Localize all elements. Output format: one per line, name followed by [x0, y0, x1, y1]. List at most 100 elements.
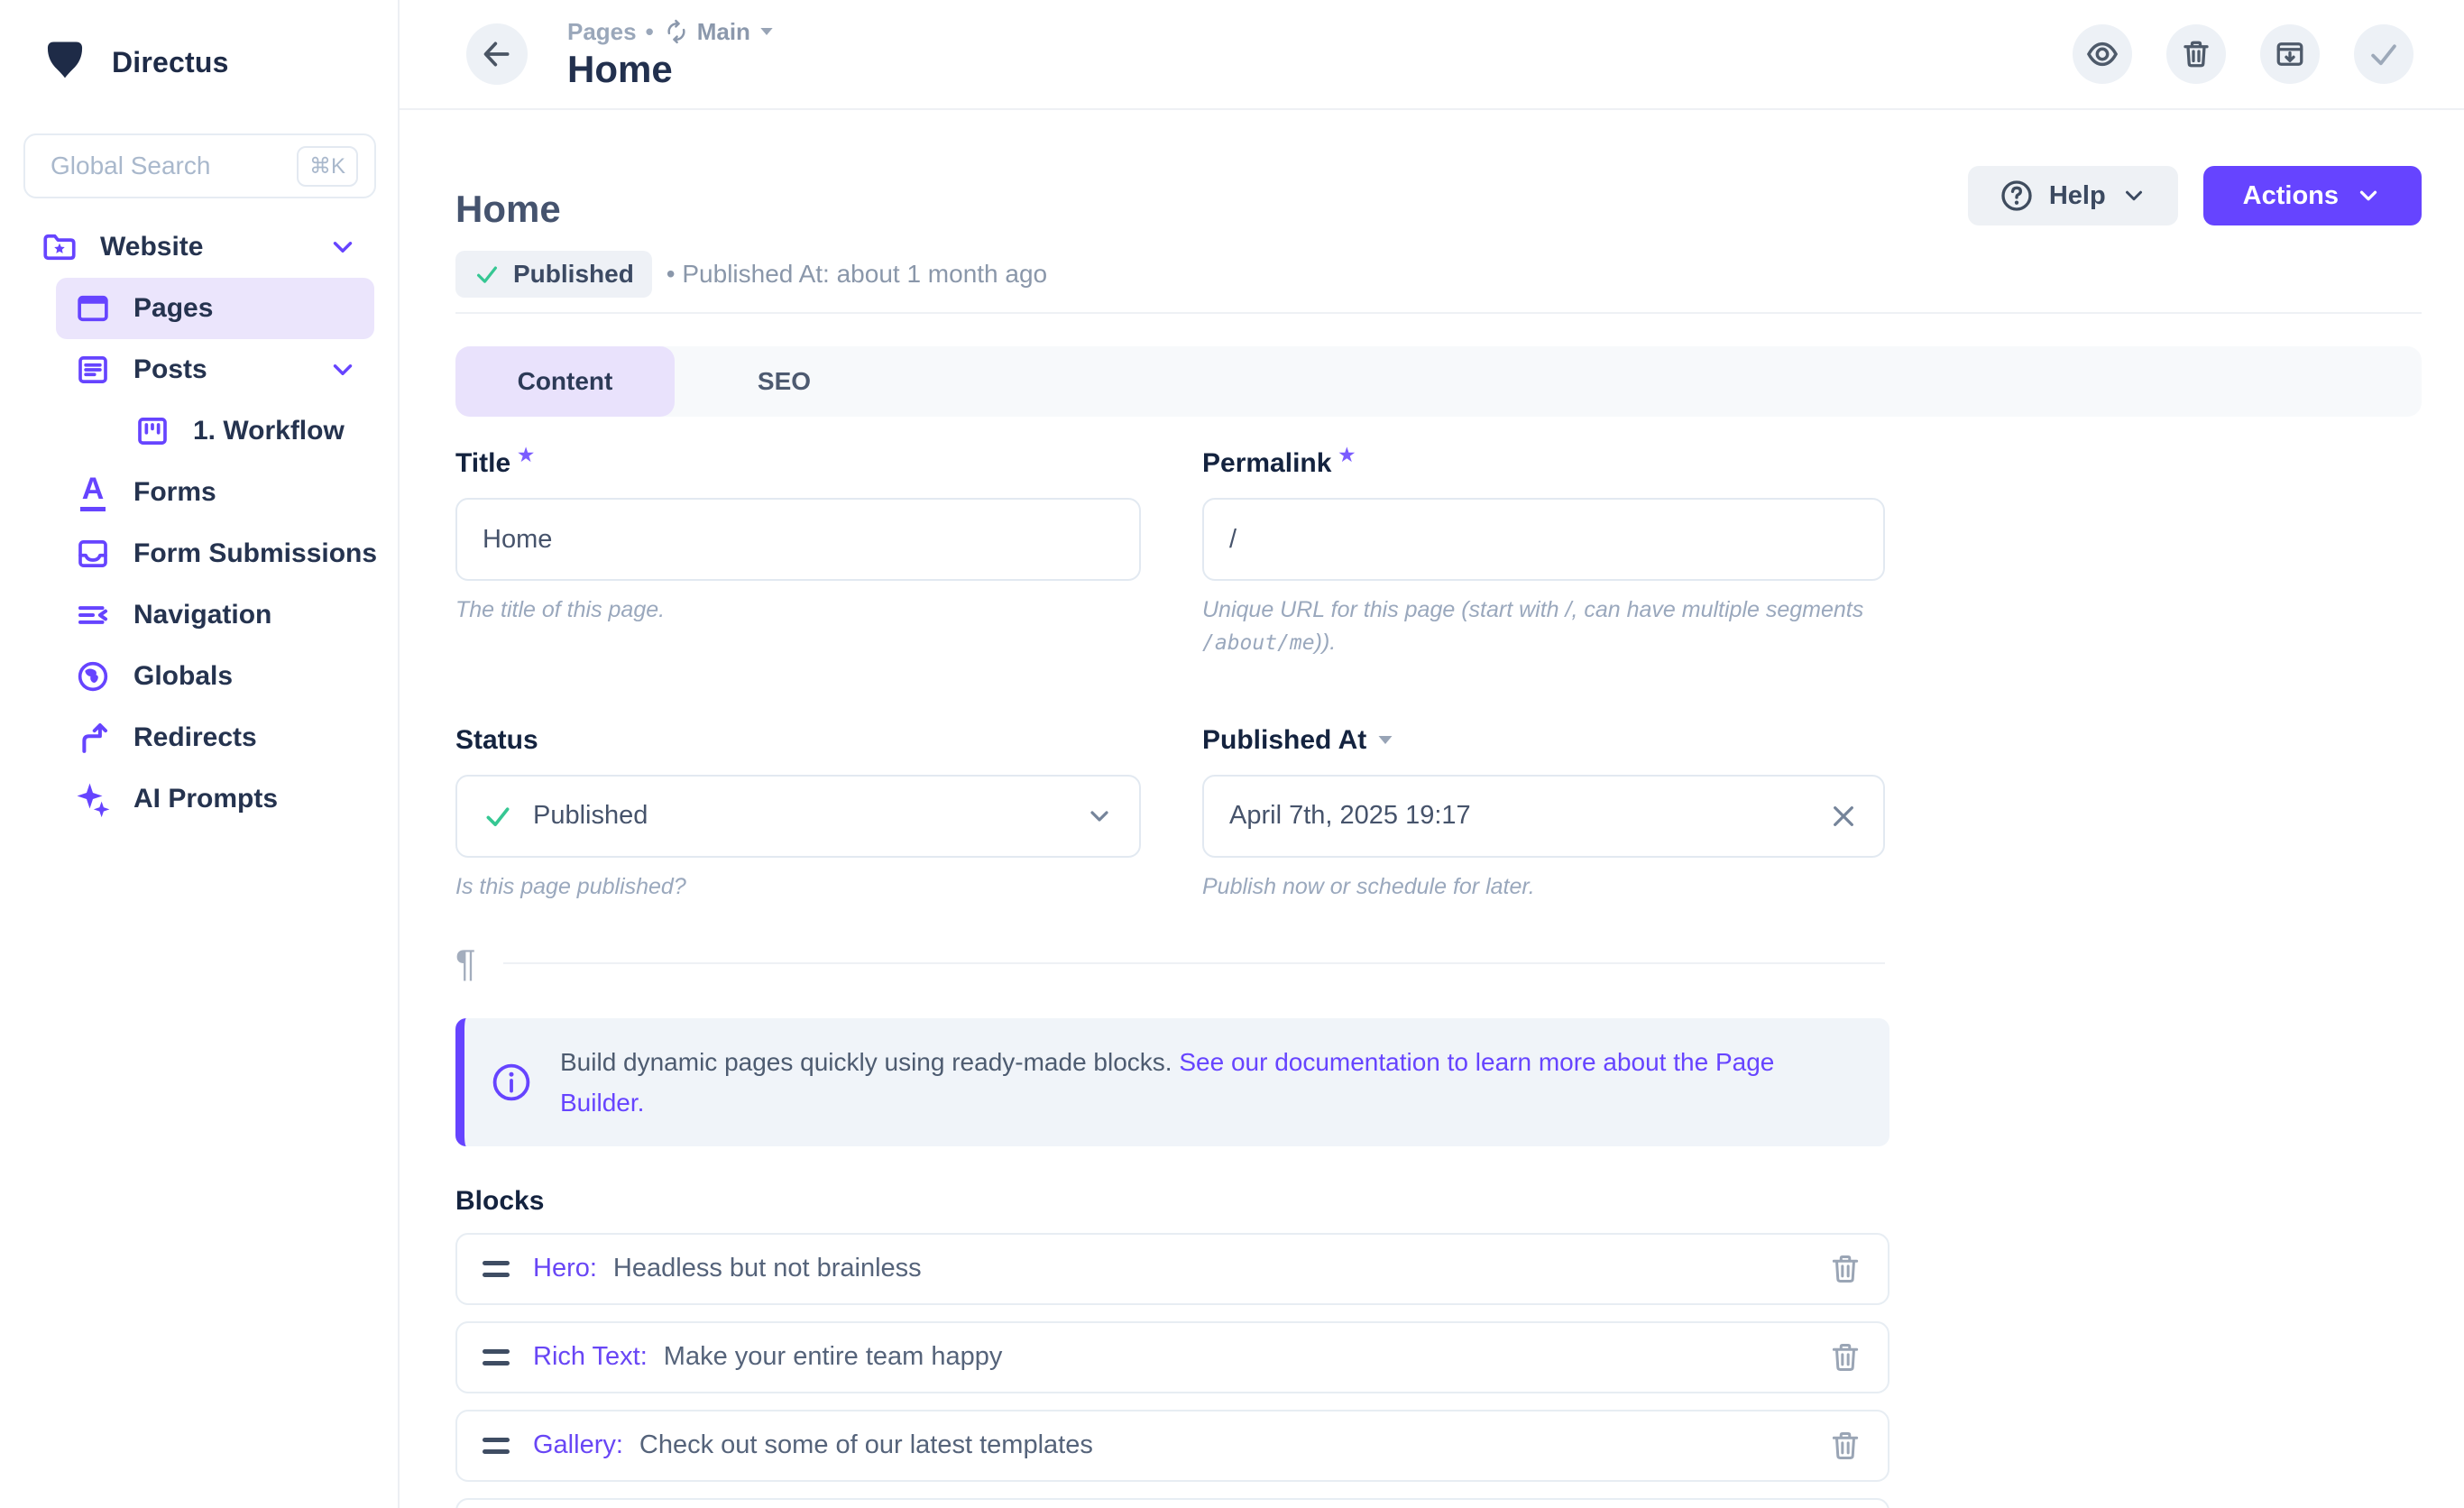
- actions-button[interactable]: Actions: [2203, 166, 2422, 225]
- blocks-label: Blocks: [455, 1186, 2422, 1217]
- sidebar-item-navigation[interactable]: Navigation: [56, 584, 374, 646]
- help-label: Help: [2049, 181, 2106, 211]
- caret-down-icon[interactable]: [1377, 734, 1393, 746]
- field-permalink: Permalink ★ / Unique URL for this page (…: [1202, 446, 1885, 659]
- form-grid: Title ★ Home The title of this page. Per…: [455, 446, 1885, 903]
- published-at-value: April 7th, 2025 19:17: [1229, 801, 1471, 831]
- sidebar-item-label: Posts: [133, 354, 207, 385]
- page-title: Home: [455, 188, 1968, 231]
- permalink-label: Permalink: [1202, 448, 1331, 479]
- chevron-down-icon[interactable]: [1085, 802, 1114, 831]
- archive-button[interactable]: [2260, 24, 2320, 84]
- sidebar-item-website[interactable]: Website: [23, 216, 374, 278]
- sidebar-item-label: Pages: [133, 293, 213, 324]
- text-format-icon: A: [74, 474, 112, 511]
- published-at-label: Published At: [1202, 725, 1366, 756]
- trash-icon[interactable]: [1828, 1340, 1862, 1375]
- chevron-down-icon[interactable]: [327, 354, 358, 385]
- app-root: Directus Global Search ⌘K Website: [0, 0, 2464, 1508]
- block-title: Make your entire team happy: [664, 1342, 1003, 1372]
- redirect-arrow-icon: [74, 719, 112, 757]
- main-area: Pages • Main Home: [400, 0, 2464, 1508]
- drag-handle-icon[interactable]: [483, 1349, 510, 1365]
- status-value: Published: [533, 801, 648, 831]
- arrow-left-icon: [479, 36, 515, 72]
- version-label: Main: [697, 18, 750, 46]
- permalink-value: /: [1229, 525, 1237, 555]
- block-type: Rich Text:: [533, 1342, 648, 1372]
- sparkles-icon: [74, 780, 112, 818]
- browser-window-icon: [74, 290, 112, 327]
- back-button[interactable]: [466, 23, 528, 85]
- status-note: Is this page published?: [455, 870, 1141, 903]
- info-circle-icon: [490, 1061, 533, 1104]
- search-shortcut-badge: ⌘K: [297, 146, 358, 187]
- preview-button[interactable]: [2073, 24, 2132, 84]
- sidebar-item-label: 1. Workflow: [193, 416, 345, 446]
- tab-content[interactable]: Content: [455, 346, 675, 417]
- header-title: Home: [567, 48, 774, 91]
- check-icon: [483, 801, 513, 832]
- caret-down-icon: [759, 26, 774, 37]
- required-star-icon: ★: [1338, 444, 1355, 466]
- breadcrumb-collection[interactable]: Pages: [567, 18, 637, 46]
- permalink-note: Unique URL for this page (start with /, …: [1202, 593, 1885, 659]
- sidebar-item-pages[interactable]: Pages: [56, 278, 374, 339]
- sidebar-item-posts[interactable]: Posts: [56, 339, 374, 400]
- block-row-rich-text[interactable]: Rich Text: Make your entire team happy: [455, 1321, 1889, 1393]
- block-row-hero[interactable]: Hero: Headless but not brainless: [455, 1233, 1889, 1305]
- published-at-note: Publish now or schedule for later.: [1202, 870, 1885, 903]
- tab-seo[interactable]: SEO: [675, 346, 894, 417]
- block-type: Hero:: [533, 1254, 597, 1283]
- brand-header[interactable]: Directus: [0, 32, 398, 92]
- clear-x-icon[interactable]: [1829, 802, 1858, 831]
- folder-star-icon: [41, 228, 78, 266]
- sidebar-item-label: Redirects: [133, 722, 257, 753]
- check-icon: [2367, 37, 2401, 71]
- article-icon: [74, 351, 112, 389]
- chevron-down-icon[interactable]: [327, 232, 358, 262]
- inbox-icon: [74, 535, 112, 573]
- title-label: Title: [455, 448, 510, 479]
- required-star-icon: ★: [518, 444, 534, 466]
- published-meta: • Published At: about 1 month ago: [667, 260, 1047, 289]
- block-type: Gallery:: [533, 1430, 623, 1460]
- sidebar-item-globals[interactable]: Globals: [56, 646, 374, 707]
- sidebar-item-form-submissions[interactable]: Form Submissions: [56, 523, 374, 584]
- drag-handle-icon[interactable]: [483, 1438, 510, 1454]
- help-button[interactable]: Help: [1968, 166, 2178, 225]
- status-select[interactable]: Published: [455, 775, 1141, 858]
- field-published-at: Published At April 7th, 2025 19:17 Publi…: [1202, 722, 1885, 903]
- save-button[interactable]: [2354, 24, 2413, 84]
- global-search-input[interactable]: Global Search ⌘K: [23, 133, 376, 198]
- sidebar-item-label: Globals: [133, 661, 233, 692]
- banner-text: Build dynamic pages quickly using ready-…: [560, 1042, 1850, 1123]
- trash-icon[interactable]: [1828, 1429, 1862, 1463]
- sidebar-item-workflow[interactable]: 1. Workflow: [56, 400, 374, 462]
- sidebar-item-redirects[interactable]: Redirects: [56, 707, 374, 768]
- permalink-input[interactable]: /: [1202, 498, 1885, 581]
- block-title: Headless but not brainless: [613, 1254, 922, 1283]
- block-row-pricing[interactable]: Pricing: Plans to fit every budget: [455, 1498, 1889, 1508]
- sidebar-item-forms[interactable]: A Forms: [56, 462, 374, 523]
- sidebar-item-label: Form Submissions: [133, 538, 377, 569]
- block-row-gallery[interactable]: Gallery: Check out some of our latest te…: [455, 1410, 1889, 1482]
- question-circle-icon: [1999, 178, 2035, 214]
- field-title: Title ★ Home The title of this page.: [455, 446, 1141, 659]
- title-input[interactable]: Home: [455, 498, 1141, 581]
- status-badge-label: Published: [513, 260, 634, 289]
- version-selector[interactable]: Main: [663, 18, 774, 46]
- published-at-input[interactable]: April 7th, 2025 19:17: [1202, 775, 1885, 858]
- field-status: Status Published Is this page published?: [455, 722, 1141, 903]
- pilcrow-divider: ¶: [455, 944, 1885, 982]
- status-label: Status: [455, 725, 538, 756]
- sidebar-item-label: AI Prompts: [133, 784, 278, 814]
- title-note: The title of this page.: [455, 593, 1141, 626]
- breadcrumb: Pages • Main Home: [567, 18, 774, 91]
- trash-icon: [2180, 38, 2212, 70]
- pilcrow-icon: ¶: [455, 944, 476, 982]
- trash-icon[interactable]: [1828, 1252, 1862, 1286]
- drag-handle-icon[interactable]: [483, 1261, 510, 1277]
- sidebar-item-ai-prompts[interactable]: AI Prompts: [56, 768, 374, 830]
- delete-button[interactable]: [2166, 24, 2226, 84]
